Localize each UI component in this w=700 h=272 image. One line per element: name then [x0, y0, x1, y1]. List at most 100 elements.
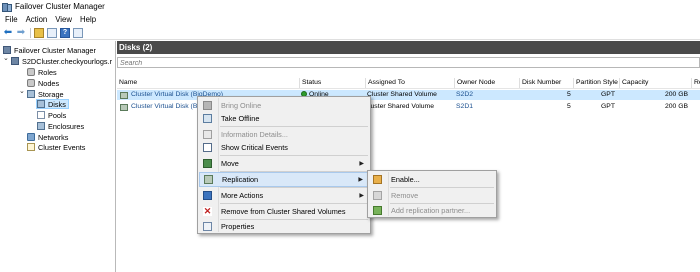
back-arrow-icon[interactable]: ⬅: [3, 27, 13, 38]
column-header-re[interactable]: Re: [691, 78, 700, 88]
row-disk-number: 5: [567, 91, 571, 98]
search-box[interactable]: [117, 57, 700, 68]
table-header: Name Status Assigned To Owner Node Disk …: [117, 78, 700, 89]
failover-cluster-manager-icon: [2, 2, 12, 12]
menu-item-label: Take Offline: [221, 114, 260, 123]
show-hide-tree-icon[interactable]: [47, 27, 57, 38]
tree-label: Networks: [38, 132, 69, 142]
column-header-owner-node[interactable]: Owner Node: [454, 78, 519, 88]
tree-label: Nodes: [38, 78, 60, 88]
submenu-arrow-icon: ▶: [358, 177, 363, 183]
menu-item-label: Show Critical Events: [221, 143, 288, 152]
pane-header: Disks (2): [117, 41, 700, 54]
information-details-icon: [203, 130, 212, 139]
toolbar: ⬅ ➡ ?: [0, 26, 700, 40]
row-assigned-to: luster Shared Volume: [369, 103, 434, 110]
remove-replication-icon: [373, 191, 382, 200]
nodes-icon: [27, 79, 35, 87]
pane-title: Disks (2): [119, 43, 153, 52]
menu-item-more-actions[interactable]: More Actions ▶: [199, 188, 369, 203]
column-header-partition-style[interactable]: Partition Style: [573, 78, 619, 88]
disks-icon: [37, 100, 45, 108]
disk-context-menu: Bring Online Take Offline Information De…: [197, 96, 371, 234]
enclosures-icon: [37, 122, 45, 130]
menu-item-properties[interactable]: Properties: [199, 219, 369, 234]
menu-item-label: Enable...: [391, 175, 420, 184]
tree-item-cluster-events[interactable]: Cluster Events: [27, 142, 85, 152]
tree-item-enclosures[interactable]: Enclosures: [37, 121, 84, 131]
tree-item-roles[interactable]: Roles: [27, 67, 57, 77]
column-header-name[interactable]: Name: [117, 78, 299, 88]
console-icon[interactable]: [73, 27, 83, 38]
row-owner-node: S2D2: [456, 91, 474, 98]
row-partition-style: GPT: [601, 91, 615, 98]
menu-item-label: Replication: [222, 175, 259, 184]
remove-from-csv-icon: ✕: [203, 206, 212, 216]
virtual-disk-icon: [120, 91, 128, 99]
menu-item-remove-from-csv[interactable]: ✕ Remove from Cluster Shared Volumes: [199, 204, 369, 219]
show-critical-events-icon: [203, 143, 212, 152]
menu-item-label: Move: [221, 159, 239, 168]
tree-item-pools[interactable]: Pools: [37, 110, 66, 120]
menu-item-move[interactable]: Move ▶: [199, 156, 369, 171]
column-header-status[interactable]: Status: [299, 78, 365, 88]
tree-label: Cluster Events: [38, 142, 86, 152]
take-offline-icon: [203, 114, 212, 123]
title-bar: Failover Cluster Manager: [0, 0, 700, 13]
add-replication-partner-icon: [373, 206, 382, 215]
expand-storage-chevron-icon[interactable]: ⌄: [19, 87, 25, 95]
tree-item-disks[interactable]: Disks: [36, 99, 69, 109]
tree-item-storage[interactable]: Storage: [27, 89, 64, 99]
row-assigned-to: Cluster Shared Volume: [367, 91, 437, 98]
menu-file[interactable]: File: [0, 15, 22, 24]
column-header-capacity[interactable]: Capacity: [619, 78, 691, 88]
cluster-manager-icon: [3, 46, 11, 54]
row-capacity: 200 GB: [665, 91, 689, 98]
search-input[interactable]: [118, 59, 699, 68]
enable-replication-icon: [373, 175, 382, 184]
submenu-arrow-icon: ▶: [359, 161, 364, 167]
column-header-assigned-to[interactable]: Assigned To: [365, 78, 454, 88]
menu-item-label: Add replication partner...: [391, 206, 471, 215]
menu-view[interactable]: View: [51, 15, 76, 24]
bring-online-icon: [203, 101, 212, 110]
column-header-disk-number[interactable]: Disk Number: [519, 78, 573, 88]
forward-arrow-icon[interactable]: ➡: [16, 27, 26, 38]
tree-label: Failover Cluster Manager: [14, 45, 96, 55]
tree-label: Pools: [48, 110, 67, 120]
cluster-icon: [11, 57, 19, 65]
menu-item-show-critical-events[interactable]: Show Critical Events: [199, 140, 369, 155]
tree-label: Roles: [38, 67, 57, 77]
menu-item-take-offline[interactable]: Take Offline: [199, 111, 369, 126]
menu-action[interactable]: Action: [22, 15, 52, 24]
help-icon[interactable]: ?: [60, 27, 70, 38]
menu-item-label: Information Details...: [221, 130, 288, 139]
replication-icon: [204, 175, 213, 184]
properties-icon: [203, 222, 212, 231]
menu-item-label: Properties: [221, 222, 255, 231]
menu-item-replication[interactable]: Replication ▶: [199, 172, 369, 187]
more-actions-icon: [203, 191, 212, 200]
tree-item-cluster[interactable]: S2DCluster.checkyourlogs.r: [11, 56, 112, 66]
menu-item-label: More Actions: [221, 191, 264, 200]
menu-item-label: Bring Online: [221, 101, 262, 110]
folder-up-icon[interactable]: [34, 27, 44, 38]
roles-icon: [27, 68, 35, 76]
submenu-item-remove[interactable]: Remove: [369, 188, 495, 203]
menu-help[interactable]: Help: [76, 15, 100, 24]
tree-item-failover-cluster-manager[interactable]: Failover Cluster Manager: [3, 45, 96, 55]
tree-label: Disks: [48, 99, 66, 109]
menu-bar: File Action View Help: [0, 14, 100, 25]
storage-icon: [27, 90, 35, 98]
networks-icon: [27, 133, 35, 141]
expand-cluster-chevron-icon[interactable]: ⌄: [3, 54, 9, 62]
virtual-disk-icon: [120, 103, 128, 111]
submenu-item-add-replication-partner[interactable]: Add replication partner...: [369, 203, 495, 218]
tree-item-networks[interactable]: Networks: [27, 132, 68, 142]
submenu-item-enable[interactable]: Enable...: [369, 172, 495, 187]
window-title: Failover Cluster Manager: [15, 2, 105, 11]
row-capacity: 200 GB: [665, 103, 689, 110]
replication-submenu: Enable... Remove Add replication partner…: [367, 170, 497, 218]
tree-item-nodes[interactable]: Nodes: [27, 78, 59, 88]
pools-icon: [37, 111, 45, 119]
